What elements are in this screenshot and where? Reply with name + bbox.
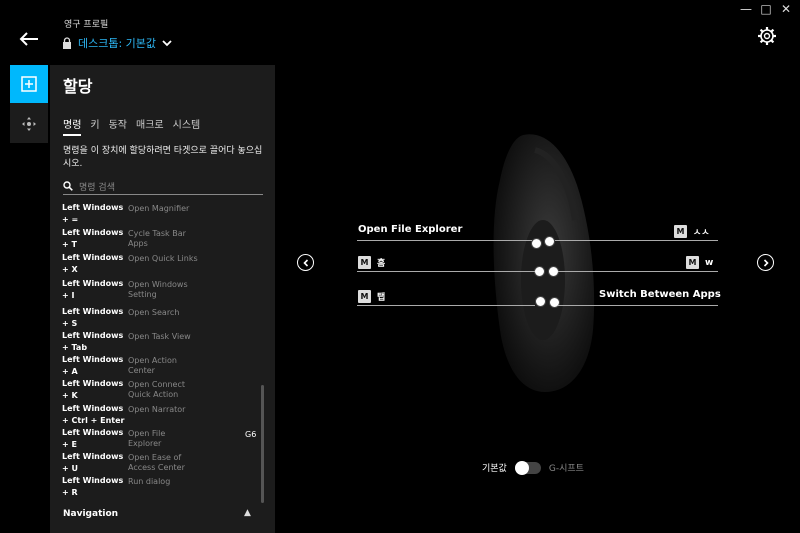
command-key: Left Windows + E (62, 428, 124, 449)
command-key: Left Windows + Tab (62, 331, 124, 352)
drag-hint: 명령을 이 장치에 할당하려면 타겟으로 끌어다 놓으십시오. (63, 146, 263, 169)
command-key: Left Windows + K (62, 379, 124, 400)
minimize-button[interactable]: — (736, 2, 756, 16)
command-desc: Open Quick Links (128, 254, 198, 263)
chevron-up-icon[interactable]: ▲ (244, 508, 251, 518)
macro-badge: M (686, 256, 699, 269)
side-button-3[interactable] (534, 266, 545, 277)
chevron-right-circle-icon (763, 258, 769, 267)
command-desc: Open File Explorer (128, 429, 166, 448)
mouse-image (485, 130, 600, 395)
command-key: Left Windows + = (62, 203, 124, 224)
macro-badge: M (358, 256, 371, 269)
tab-keys[interactable]: 키 (90, 116, 99, 136)
chevron-left-circle-icon (302, 258, 308, 267)
profile-caption: 영구 프로필 (64, 20, 109, 30)
move-icon (22, 117, 36, 131)
assignment-label[interactable]: Switch Between Apps (599, 289, 721, 300)
command-desc: Run dialog (128, 477, 171, 486)
assignment-text: w (705, 257, 714, 268)
chevron-down-icon (162, 40, 172, 47)
tab-bar: 명령 키 동작 매크로 시스템 (63, 116, 200, 136)
search-icon (63, 181, 73, 191)
tab-actions[interactable]: 동작 (109, 116, 127, 136)
assignment-text: 탭 (377, 293, 386, 303)
assign-mode-button[interactable] (10, 65, 48, 103)
gear-icon (758, 27, 776, 45)
command-desc: Open Task View (128, 332, 191, 341)
command-search[interactable]: 명령 검색 (63, 178, 263, 195)
profile-name: 데스크톱: 기본값 (78, 37, 157, 50)
gshift-toggle-row: 기본값 G-시프트 (482, 460, 584, 475)
command-desc: Open Magnifier (128, 204, 190, 213)
command-desc: Open Narrator (128, 405, 186, 414)
next-button[interactable] (757, 254, 774, 271)
maximize-button[interactable]: □ (756, 2, 776, 16)
command-key: Left Windows + S (62, 307, 124, 328)
arrow-left-icon (19, 32, 38, 46)
command-key: Left Windows + U (62, 452, 124, 473)
assignments-panel: 할당 명령 키 동작 매크로 시스템 명령을 이 장치에 할당하려면 타겟으로 … (50, 65, 275, 533)
panel-title: 할당 (63, 77, 93, 96)
lock-icon (63, 37, 71, 49)
assignment-label[interactable]: M 홈 (358, 256, 385, 269)
assignment-label[interactable]: Open File Explorer (358, 224, 462, 235)
prev-button[interactable] (297, 254, 314, 271)
assignment-label[interactable]: M ㅅㅅ (674, 225, 710, 238)
command-key: Left Windows + X (62, 253, 124, 274)
gshift-toggle[interactable] (514, 460, 541, 475)
tab-system[interactable]: 시스템 (173, 116, 201, 136)
settings-button[interactable] (757, 26, 777, 46)
command-key: Left Windows + T (62, 228, 124, 249)
profile-selector[interactable]: 데스크톱: 기본값 (62, 35, 172, 51)
close-button[interactable]: ✕ (776, 2, 796, 16)
macro-badge: M (674, 225, 687, 238)
command-desc: Open Search (128, 308, 180, 317)
back-button[interactable] (16, 26, 42, 52)
command-desc: Cycle Task Bar Apps (128, 229, 186, 248)
assignment-label[interactable]: M w (686, 256, 713, 269)
command-desc: Open Connect Quick Action (128, 380, 185, 399)
toggle-label-gshift: G-시프트 (548, 464, 584, 474)
side-button-2[interactable] (544, 236, 555, 247)
macro-badge: M (358, 290, 371, 303)
command-key: Left Windows + R (62, 476, 124, 497)
assignment-text: ㅅㅅ (693, 228, 710, 238)
side-rail (10, 65, 48, 143)
assignment-text: 홈 (377, 259, 386, 269)
plus-square-icon (21, 76, 37, 92)
command-key: Left Windows + A (62, 355, 124, 376)
search-input[interactable]: 명령 검색 (79, 180, 115, 193)
toggle-label-default: 기본값 (482, 464, 507, 474)
tab-macros[interactable]: 매크로 (136, 116, 164, 136)
side-button-1[interactable] (531, 238, 542, 249)
command-desc: Open Ease of Access Center (128, 453, 185, 472)
command-desc: Open Windows Setting (128, 280, 188, 299)
side-button-6[interactable] (549, 297, 560, 308)
tab-commands[interactable]: 명령 (63, 116, 82, 136)
command-key: Left Windows + I (62, 279, 124, 300)
command-key: Left Windows + Ctrl + Enter (62, 404, 125, 425)
command-desc: Open Action Center (128, 356, 177, 375)
assignment-label[interactable]: M 탭 (358, 290, 385, 303)
list-scrollbar[interactable] (261, 385, 264, 503)
section-navigation[interactable]: Navigation (63, 509, 118, 519)
command-tag: G6 (245, 430, 257, 439)
side-button-5[interactable] (535, 296, 546, 307)
move-mode-button[interactable] (10, 105, 48, 143)
